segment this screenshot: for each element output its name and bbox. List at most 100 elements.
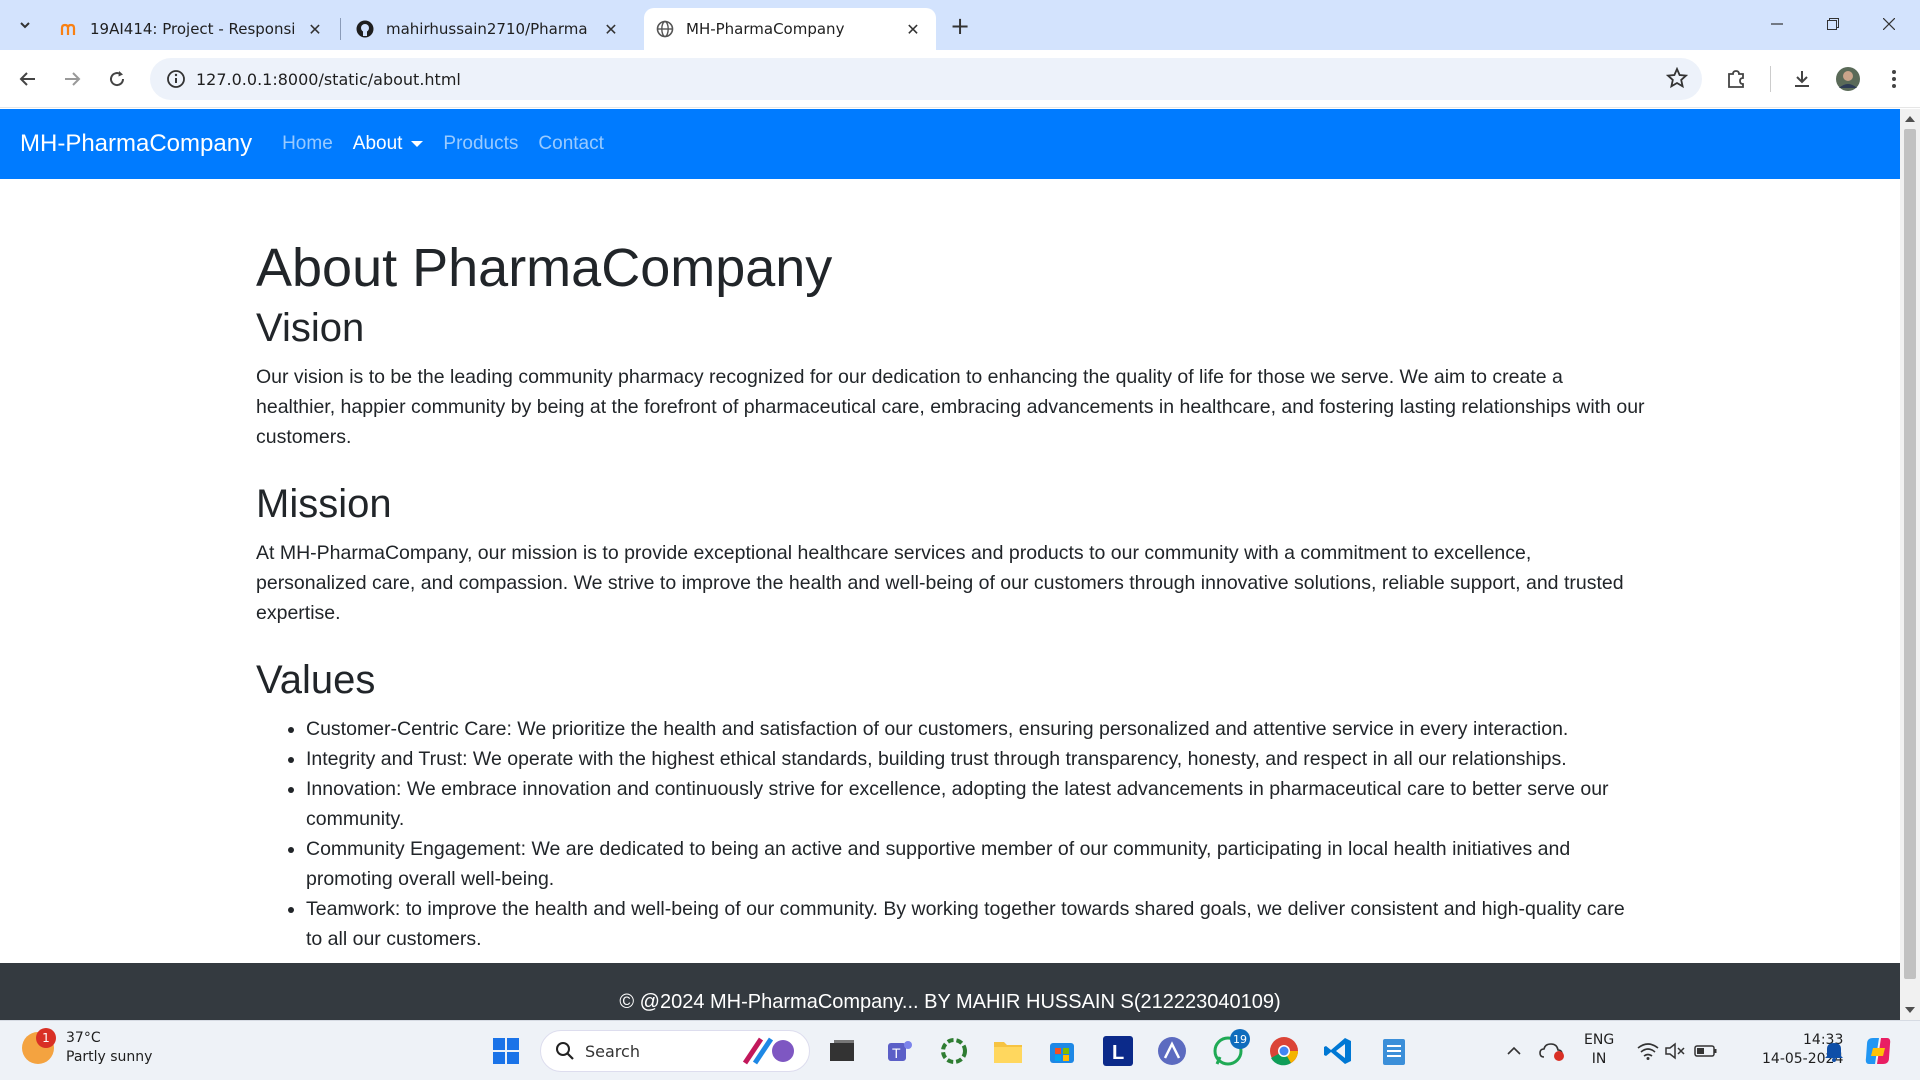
onedrive-tray[interactable]: [1536, 1035, 1568, 1067]
about-content: About PharmaCompany Vision Our vision is…: [256, 238, 1646, 954]
taskbar-search[interactable]: Search: [540, 1030, 810, 1072]
l-app-icon: L: [1103, 1036, 1133, 1066]
footer-text: © @2024 MH-PharmaCompany... BY MAHIR HUS…: [619, 991, 1281, 1013]
windows-taskbar: 1 37°C Partly sunny Search T L 19 ENG IN…: [0, 1020, 1920, 1080]
notifications-button[interactable]: [1818, 1035, 1850, 1067]
scroll-thumb[interactable]: [1904, 129, 1916, 979]
vision-text: Our vision is to be the leading communit…: [256, 366, 1645, 449]
vscode-app[interactable]: [1322, 1035, 1354, 1067]
notepad-icon: [1383, 1039, 1405, 1065]
refresh-app[interactable]: [938, 1035, 970, 1067]
weather-desc: Partly sunny: [66, 1049, 153, 1065]
scroll-down-icon[interactable]: [1905, 1007, 1915, 1013]
restore-icon: [1827, 18, 1839, 30]
close-icon[interactable]: ✕: [902, 18, 924, 40]
minimize-button[interactable]: [1754, 8, 1800, 40]
l-app[interactable]: L: [1102, 1035, 1134, 1067]
close-window-button[interactable]: [1866, 8, 1912, 40]
menu-button[interactable]: [1878, 63, 1910, 95]
notification-badge: 1: [36, 1028, 56, 1048]
chrome-app[interactable]: [1268, 1035, 1300, 1067]
close-icon[interactable]: ✕: [600, 18, 622, 40]
new-tab-button[interactable]: +: [946, 12, 974, 40]
whatsapp-badge: 19: [1230, 1029, 1250, 1049]
teams-icon: T: [888, 1041, 912, 1061]
wifi-icon: [1637, 1043, 1659, 1060]
tab-title: mahirhussain2710/Pharma: [386, 20, 588, 38]
weather-temp: 37°C: [66, 1030, 101, 1046]
store-app[interactable]: [1046, 1035, 1078, 1067]
list-item: Customer-Centric Care: We prioritize the…: [306, 714, 1646, 744]
values-list: Customer-Centric Care: We prioritize the…: [306, 714, 1646, 954]
globe-icon: [656, 20, 674, 38]
nav-about-dropdown[interactable]: About: [353, 133, 424, 155]
toolbar-divider: [1770, 66, 1771, 92]
reload-button[interactable]: [101, 63, 133, 95]
bookmark-star-icon[interactable]: [1665, 66, 1689, 93]
search-icon: [556, 1042, 574, 1060]
close-icon[interactable]: ✕: [304, 18, 326, 40]
ai-app[interactable]: [1156, 1035, 1188, 1067]
extensions-button[interactable]: [1720, 63, 1752, 95]
nav-home[interactable]: Home: [282, 133, 333, 155]
github-icon: [356, 20, 374, 38]
teams-app[interactable]: T: [884, 1035, 916, 1067]
start-button[interactable]: [490, 1035, 522, 1067]
circle-app-icon: [941, 1038, 967, 1064]
chevron-up-icon: [1507, 1046, 1521, 1055]
list-item: Innovation: We embrace innovation and co…: [306, 774, 1646, 834]
tab-project[interactable]: 19AI414: Project - Responsive W ✕: [48, 8, 338, 50]
close-icon: [1883, 18, 1895, 30]
site-info-icon[interactable]: [156, 69, 196, 89]
avatar-icon: [1836, 67, 1860, 91]
triangle-app-icon: [1158, 1037, 1186, 1065]
back-button[interactable]: [12, 63, 44, 95]
mission-heading: Mission: [256, 482, 392, 527]
tab-github[interactable]: mahirhussain2710/Pharma ✕: [344, 8, 634, 50]
page-title: About PharmaCompany: [256, 238, 833, 298]
nav-products[interactable]: Products: [443, 133, 518, 155]
minimize-icon: [1771, 23, 1783, 25]
tab-divider: [340, 18, 341, 40]
language-indicator[interactable]: ENG IN: [1584, 1031, 1614, 1069]
url-text: 127.0.0.1:8000/static/about.html: [196, 69, 461, 89]
vscode-icon: [1324, 1038, 1351, 1064]
tray-overflow-button[interactable]: [1498, 1035, 1530, 1067]
forward-button[interactable]: [56, 63, 88, 95]
restore-button[interactable]: [1810, 8, 1856, 40]
chrome-icon: [1270, 1037, 1298, 1066]
taskview-app[interactable]: [826, 1035, 858, 1067]
arrow-right-icon: [65, 72, 81, 86]
whatsapp-app[interactable]: 19: [1212, 1029, 1250, 1067]
profile-avatar[interactable]: [1832, 63, 1864, 95]
svg-text:L: L: [1112, 1042, 1124, 1064]
speaker-muted-icon: [1665, 1042, 1685, 1060]
battery-tray[interactable]: [1690, 1035, 1722, 1067]
list-item: Teamwork: to improve the health and well…: [306, 894, 1646, 954]
tab-search-button[interactable]: [10, 10, 40, 40]
nav-contact[interactable]: Contact: [538, 133, 603, 155]
tab-active[interactable]: MH-PharmaCompany ✕: [644, 8, 936, 50]
list-item: Integrity and Trust: We operate with the…: [306, 744, 1646, 774]
moodle-icon: [60, 20, 78, 38]
scroll-up-icon[interactable]: [1905, 116, 1915, 122]
site-brand[interactable]: MH-PharmaCompany: [20, 130, 252, 158]
page-viewport: MH-PharmaCompany Home About Products Con…: [0, 109, 1900, 1020]
lang-top: ENG: [1584, 1032, 1615, 1048]
file-explorer-app[interactable]: [992, 1035, 1024, 1067]
vision-heading: Vision: [256, 306, 365, 351]
page-scrollbar[interactable]: [1900, 109, 1920, 1020]
lang-bottom: IN: [1591, 1051, 1607, 1067]
kebab-menu-icon: [1892, 70, 1896, 88]
nav-about-label: About: [352, 133, 403, 154]
svg-text:T: T: [892, 1045, 901, 1061]
search-label: Search: [585, 1041, 640, 1061]
copilot-button[interactable]: [1862, 1035, 1894, 1067]
notepad-app[interactable]: [1378, 1035, 1410, 1067]
weather-widget[interactable]: 1 37°C Partly sunny: [22, 1028, 153, 1067]
volume-tray[interactable]: [1660, 1035, 1692, 1067]
address-bar[interactable]: 127.0.0.1:8000/static/about.html: [150, 58, 1702, 100]
downloads-button[interactable]: [1786, 63, 1818, 95]
puzzle-icon: [1728, 70, 1744, 88]
tab-title: MH-PharmaCompany: [686, 20, 845, 38]
